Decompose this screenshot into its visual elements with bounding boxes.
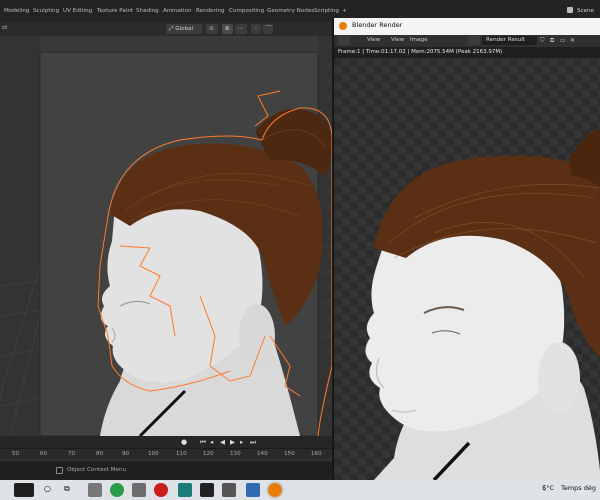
windows-taskbar: ○ ⧉ ☾ 5°C Temps dég xyxy=(0,480,600,500)
object-menu[interactable]: ct xyxy=(2,25,7,31)
ruler-tick: 120 xyxy=(203,451,214,457)
prev-keyframe-icon[interactable]: ◂ xyxy=(210,438,213,446)
scene-selector[interactable]: Scene xyxy=(567,6,594,16)
jump-start-icon[interactable]: ⏮ xyxy=(200,438,207,447)
ruler-tick: 130 xyxy=(230,451,241,457)
app-icon-3[interactable] xyxy=(132,483,146,497)
viewport-scene xyxy=(0,36,332,436)
chrome-icon[interactable] xyxy=(110,483,124,497)
render-info-bar: Frame:1 | Time:01:17.02 | Mem:2075.54M (… xyxy=(334,47,600,58)
ruler-tick: 110 xyxy=(176,451,187,457)
pivot-point-button[interactable]: ⊙ xyxy=(206,24,218,34)
viewport-header: ct ⤢ Global ⌄ ⊙ ⋒ ⋯ ◦ ⌒ xyxy=(0,22,332,42)
copy-icon[interactable]: ⧉ xyxy=(550,37,554,45)
render-window-title: Blender Render xyxy=(352,21,403,29)
weather-text: Temps dég xyxy=(560,484,596,492)
timeline-controls: ● ⏮ ◂ ◀ ▶ ▸ ⏭ xyxy=(0,436,332,448)
tab-uv-editing[interactable]: UV Editing xyxy=(63,0,92,22)
blender-logo-icon xyxy=(339,22,347,30)
cortana-icon[interactable]: ○ xyxy=(44,484,51,493)
render-result-canvas[interactable] xyxy=(334,58,600,480)
app-icon-5[interactable] xyxy=(178,483,192,497)
tab-modeling[interactable]: Modeling xyxy=(4,0,29,22)
tab-sculpting[interactable]: Sculpting xyxy=(33,0,59,22)
image-browse-icon[interactable] xyxy=(468,36,480,45)
ruler-tick: 100 xyxy=(148,451,159,457)
mouse-button-icon xyxy=(56,467,63,474)
tab-shading[interactable]: Shading xyxy=(136,0,159,22)
record-icon[interactable]: ● xyxy=(181,438,187,446)
snap-toggle[interactable]: ⋒ xyxy=(222,24,233,34)
jump-end-icon[interactable]: ⏭ xyxy=(250,438,256,447)
tab-texture-paint[interactable]: Texture Paint xyxy=(97,0,133,22)
close-icon[interactable]: ✕ xyxy=(570,37,575,44)
tab-animation[interactable]: Animation xyxy=(163,0,192,22)
weather-temperature: 5°C xyxy=(542,484,554,492)
transform-orientation-dropdown[interactable]: ⤢ Global ⌄ xyxy=(166,24,202,42)
ruler-tick: 140 xyxy=(257,451,268,457)
timeline-ruler[interactable]: 50 60 70 80 90 100 110 120 130 140 150 1… xyxy=(0,448,332,463)
pivot-icon: ⊙ xyxy=(209,26,214,32)
cube-app-icon[interactable] xyxy=(222,483,236,497)
3d-viewport[interactable] xyxy=(0,36,332,436)
magnet-icon: ⋒ xyxy=(225,26,230,32)
render-result-image xyxy=(365,129,600,480)
snap-target-icon: ⋯ xyxy=(238,26,244,32)
menu-view[interactable]: View xyxy=(367,37,380,43)
ruler-tick: 60 xyxy=(40,451,48,457)
ruler-divider xyxy=(0,459,332,460)
render-window: Blender Render View View Image Render Re… xyxy=(333,18,600,480)
falloff-icon: ⌒ xyxy=(266,26,272,32)
tab-compositing[interactable]: Compositing xyxy=(229,0,264,22)
next-keyframe-icon[interactable]: ▸ xyxy=(240,438,243,446)
status-hint: Object Context Menu xyxy=(67,467,127,473)
proportional-icon: ◦ xyxy=(254,26,258,32)
ruler-tick: 90 xyxy=(122,451,130,457)
unreal-icon[interactable] xyxy=(200,483,214,497)
scene-label: Scene xyxy=(576,8,594,14)
proportional-falloff-button[interactable]: ⌒ xyxy=(263,24,273,34)
ruler-tick: 160 xyxy=(311,451,322,457)
editor-type-icon[interactable] xyxy=(338,36,350,45)
photo-app-icon[interactable] xyxy=(246,483,260,497)
play-icon[interactable]: ▶ xyxy=(230,438,235,446)
play-reverse-icon[interactable]: ◀ xyxy=(220,438,225,446)
snap-target-dropdown[interactable]: ⋯ xyxy=(235,24,247,34)
search-box[interactable] xyxy=(14,483,34,497)
task-view-icon[interactable]: ⧉ xyxy=(64,484,70,494)
folder-icon[interactable]: ▭ xyxy=(560,37,566,44)
blender-taskbar-icon[interactable] xyxy=(268,483,282,497)
image-slot-field[interactable]: Render Result xyxy=(482,36,537,45)
menu-image[interactable]: Image xyxy=(410,37,428,43)
app-icon-1[interactable] xyxy=(88,483,102,497)
status-bar: Object Context Menu xyxy=(0,462,332,480)
render-window-titlebar[interactable]: Blender Render xyxy=(334,18,600,35)
scene-icon xyxy=(567,7,574,13)
proportional-edit-button[interactable]: ◦ xyxy=(251,24,261,34)
ruler-tick: 70 xyxy=(68,451,76,457)
menu-view-2[interactable]: View xyxy=(391,37,404,43)
ruler-tick: 50 xyxy=(12,451,20,457)
ruler-tick: 80 xyxy=(96,451,104,457)
tab-geometry-nodes[interactable]: Geometry Nodes xyxy=(267,0,314,22)
opera-icon[interactable] xyxy=(154,483,168,497)
shield-icon[interactable]: ⛉ xyxy=(540,37,545,45)
tab-rendering[interactable]: Rendering xyxy=(196,0,225,22)
orientation-icon: ⤢ xyxy=(169,26,174,32)
ruler-tick: 150 xyxy=(284,451,295,457)
